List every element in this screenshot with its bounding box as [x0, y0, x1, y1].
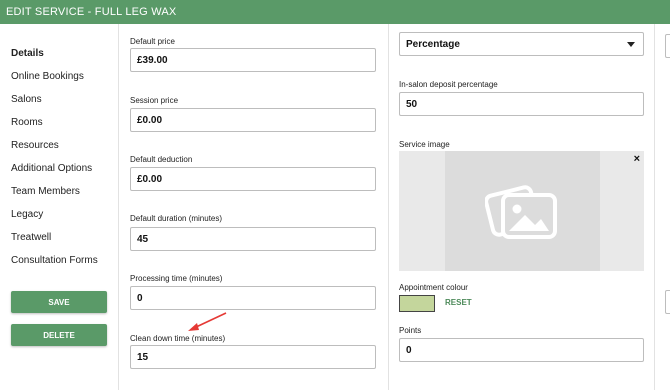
default-price-label: Default price: [130, 37, 175, 46]
default-deduction-label: Default deduction: [130, 155, 193, 164]
default-deduction-input[interactable]: £0.00: [130, 167, 376, 191]
sidebar-item-details[interactable]: Details: [11, 48, 44, 59]
column-divider: [654, 24, 655, 390]
column-divider: [118, 24, 119, 390]
image-placeholder-icon: [485, 185, 557, 239]
sidebar-item-rooms[interactable]: Rooms: [11, 117, 43, 128]
session-price-input[interactable]: £0.00: [130, 108, 376, 132]
sidebar-item-salons[interactable]: Salons: [11, 94, 42, 105]
clean-down-time-label: Clean down time (minutes): [130, 334, 226, 343]
deposit-type-select[interactable]: Percentage: [399, 32, 644, 56]
save-button[interactable]: SAVE: [11, 291, 107, 313]
service-image-dropzone[interactable]: ×: [399, 151, 644, 271]
offscreen-field[interactable]: [665, 34, 670, 58]
processing-time-label: Processing time (minutes): [130, 274, 223, 283]
sidebar-item-legacy[interactable]: Legacy: [11, 209, 43, 220]
sidebar-item-treatwell[interactable]: Treatwell: [11, 232, 51, 243]
deposit-type-value: Percentage: [406, 38, 460, 50]
offscreen-field[interactable]: [665, 290, 670, 314]
chevron-down-icon: [627, 41, 635, 47]
close-icon[interactable]: ×: [634, 153, 640, 165]
points-label: Points: [399, 326, 422, 335]
processing-time-input[interactable]: 0: [130, 286, 376, 310]
appointment-colour-label: Appointment colour: [399, 283, 468, 292]
clean-down-time-input[interactable]: 15: [130, 345, 376, 369]
default-duration-input[interactable]: 45: [130, 227, 376, 251]
image-preview: [445, 151, 600, 271]
annotation-arrow-icon: [188, 312, 227, 331]
sidebar-item-additional-options[interactable]: Additional Options: [11, 163, 92, 174]
default-price-input[interactable]: £39.00: [130, 48, 376, 72]
points-input[interactable]: 0: [399, 338, 644, 362]
sidebar-item-team-members[interactable]: Team Members: [11, 186, 80, 197]
delete-button[interactable]: DELETE: [11, 324, 107, 346]
default-duration-label: Default duration (minutes): [130, 214, 223, 223]
session-price-label: Session price: [130, 96, 179, 105]
sidebar-item-consultation-forms[interactable]: Consultation Forms: [11, 255, 98, 266]
page-header: EDIT SERVICE - FULL LEG WAX: [0, 0, 670, 24]
sidebar-item-online-bookings[interactable]: Online Bookings: [11, 71, 84, 82]
deposit-percentage-label: In-salon deposit percentage: [399, 80, 498, 89]
page-title: EDIT SERVICE - FULL LEG WAX: [6, 6, 177, 18]
sidebar: Details Online Bookings Salons Rooms Res…: [0, 24, 118, 390]
deposit-percentage-input[interactable]: 50: [399, 92, 644, 116]
reset-colour-button[interactable]: RESET: [445, 298, 472, 307]
service-image-label: Service image: [399, 140, 450, 149]
sidebar-item-resources[interactable]: Resources: [11, 140, 59, 151]
appointment-colour-swatch[interactable]: [399, 295, 435, 312]
column-divider: [388, 24, 389, 390]
